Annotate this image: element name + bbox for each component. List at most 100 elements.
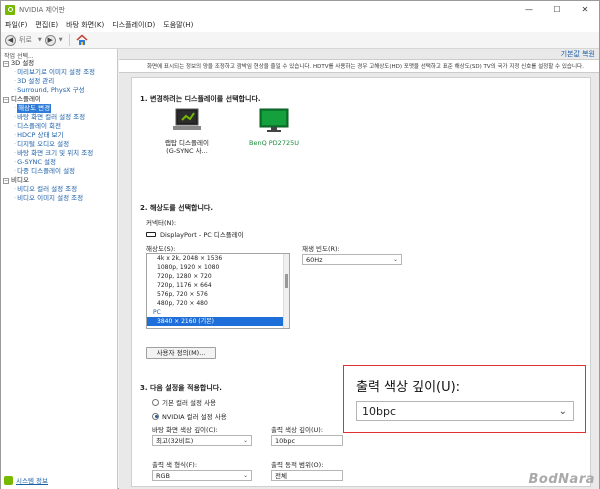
radio-nvidia-label: NVIDIA 컬러 설정 사용 bbox=[162, 413, 227, 421]
laptop-icon bbox=[160, 108, 214, 136]
desktop-depth-select[interactable]: 최고(32비트) ⌄ bbox=[152, 435, 252, 446]
tree-item[interactable]: · 디스플레이 회전 bbox=[3, 122, 117, 131]
nvidia-app-icon bbox=[5, 4, 15, 15]
tree-item-label: 바탕 화면 컬러 설정 조정 bbox=[17, 113, 86, 121]
tree-connector: · bbox=[14, 158, 17, 166]
tree-item-label: 비디오 컬러 설정 조정 bbox=[17, 185, 78, 193]
menu-edit[interactable]: 편집(E) bbox=[35, 20, 58, 30]
radio-default-label: 기본 컬러 설정 사용 bbox=[162, 399, 217, 407]
tree-item-label: Surround, PhysX 구성 bbox=[17, 86, 85, 94]
dynamic-range-label: 출력 동적 범위(O): bbox=[271, 461, 324, 469]
output-depth-select[interactable]: 10bpc bbox=[271, 435, 343, 446]
tree-item[interactable]: · 비디오 이미지 설정 조정 bbox=[3, 194, 117, 203]
menu-display[interactable]: 디스플레이(D) bbox=[112, 20, 155, 30]
tree-category[interactable]: − 비디오 bbox=[3, 176, 117, 185]
monitor-icon bbox=[242, 108, 306, 136]
output-depth-value: 10bpc bbox=[275, 437, 296, 445]
maximize-button[interactable]: ☐ bbox=[543, 1, 571, 18]
minimize-button[interactable]: — bbox=[515, 1, 543, 18]
tree-item-label: 3D 설정 bbox=[11, 59, 35, 67]
display-laptop[interactable]: 랩탑 디스플레이 (G-SYNC 사... bbox=[160, 108, 214, 155]
watermark: BodNara bbox=[528, 472, 595, 487]
tree-connector: · bbox=[14, 140, 17, 148]
resolution-option[interactable]: 720p, 1280 × 720 bbox=[147, 272, 289, 281]
output-format-select[interactable]: RGB ⌄ bbox=[152, 470, 252, 481]
tree-connector: · bbox=[14, 167, 17, 175]
tree-item[interactable]: · 디지털 오디오 설정 bbox=[3, 140, 117, 149]
tree-item[interactable]: · G-SYNC 설정 bbox=[3, 158, 117, 167]
output-depth-zoom-callout: 출력 색상 깊이(U): 10bpc ⌄ bbox=[343, 365, 586, 433]
tree-item[interactable]: · 미리보기로 이미지 설정 조정 bbox=[3, 68, 117, 77]
refresh-rate-label: 재생 빈도(R): bbox=[302, 245, 340, 253]
menu-bar: 파일(F) 편집(E) 바탕 화면(K) 디스플레이(D) 도움말(H) bbox=[1, 18, 599, 32]
resolution-option[interactable]: 576p, 720 × 576 bbox=[147, 290, 289, 299]
output-format-value: RGB bbox=[156, 472, 171, 480]
tree-item-label: 3D 설정 관리 bbox=[17, 77, 55, 85]
back-arrow-icon: ◀ bbox=[7, 36, 14, 44]
radio-nvidia-indicator bbox=[152, 412, 159, 420]
menu-desktop[interactable]: 바탕 화면(K) bbox=[66, 20, 104, 30]
resolution-option[interactable]: 480p, 720 × 480 bbox=[147, 299, 289, 308]
radio-default-color[interactable]: 기본 컬러 설정 사용 bbox=[152, 397, 216, 407]
tree-item[interactable]: · HDCP 상태 보기 bbox=[3, 131, 117, 140]
tree-item[interactable]: · 해상도 변경 bbox=[3, 104, 117, 113]
zoom-output-depth-select[interactable]: 10bpc ⌄ bbox=[356, 401, 574, 421]
customize-button[interactable]: 사용자 정의(M)... bbox=[146, 347, 216, 359]
restore-defaults-link[interactable]: 기본값 복원 bbox=[561, 49, 595, 59]
tree-item-label: 미리보기로 이미지 설정 조정 bbox=[17, 68, 96, 76]
collapse-icon[interactable]: − bbox=[3, 60, 9, 67]
output-depth-label: 출력 색상 깊이(U): bbox=[271, 426, 324, 434]
tree-item-label: 바탕 화면 크기 및 위치 조정 bbox=[17, 149, 94, 157]
tree-item[interactable]: · 바탕 화면 크기 및 위치 조정 bbox=[3, 149, 117, 158]
dynamic-range-select[interactable]: 전체 bbox=[271, 470, 343, 481]
menu-file[interactable]: 파일(F) bbox=[5, 20, 27, 30]
toolbar: ◀ 뒤로 ▼ ▶ ▼ bbox=[1, 32, 599, 49]
tree-item[interactable]: · Surround, PhysX 구성 bbox=[3, 86, 117, 95]
resolution-option[interactable]: 720p, 1176 × 664 bbox=[147, 281, 289, 290]
resolution-option[interactable]: 1080p, 1920 × 1080 bbox=[147, 263, 289, 272]
resolution-option[interactable]: 3840 × 2160 (기본) bbox=[147, 317, 289, 326]
tree-item-label: 해상도 변경 bbox=[17, 104, 52, 113]
tree-item[interactable]: · 바탕 화면 컬러 설정 조정 bbox=[3, 113, 117, 122]
collapse-icon[interactable]: − bbox=[3, 177, 9, 184]
tree-item-label: 디스플레이 회전 bbox=[17, 122, 62, 130]
radio-nvidia-color[interactable]: NVIDIA 컬러 설정 사용 bbox=[152, 411, 227, 421]
resolution-list[interactable]: 4k x 2k, 2048 × 1536 1080p, 1920 × 1080 72… bbox=[146, 253, 290, 329]
forward-button[interactable]: ▶ bbox=[44, 34, 56, 46]
tree-item-label: 다중 디스플레이 설정 bbox=[17, 167, 76, 175]
refresh-rate-select[interactable]: 60Hz ⌄ bbox=[302, 254, 402, 265]
page-description: 화면에 표시되는 정보의 양을 조정하고 깜박임 현상을 줄일 수 있습니다. … bbox=[119, 59, 599, 73]
zoom-output-depth-label: 출력 색상 깊이(U): bbox=[356, 380, 461, 395]
chevron-down-icon: ⌄ bbox=[558, 406, 567, 417]
chevron-down-icon: ⌄ bbox=[392, 256, 398, 263]
tree-item-label: 비디오 이미지 설정 조정 bbox=[17, 194, 84, 202]
back-dropdown-icon[interactable]: ▼ bbox=[38, 37, 42, 43]
task-panel: 작업 선택... −3D 설정 · 미리보기로 이미지 설정 조정 · 3D 설정 관리… bbox=[1, 49, 118, 489]
close-button[interactable]: ✕ bbox=[571, 1, 599, 18]
resolution-list-scrollbar[interactable] bbox=[283, 254, 289, 328]
system-info-label: 시스템 정보 bbox=[16, 477, 48, 485]
tree-item[interactable]: · 3D 설정 관리 bbox=[3, 77, 117, 86]
tree-item-label: HDCP 상태 보기 bbox=[17, 131, 64, 139]
tree-connector: · bbox=[14, 122, 17, 130]
home-icon[interactable] bbox=[76, 34, 88, 46]
back-button[interactable]: ◀ bbox=[5, 34, 16, 46]
zoom-output-depth-value: 10bpc bbox=[362, 405, 397, 418]
tree-category[interactable]: −3D 설정 bbox=[3, 59, 117, 68]
tree-connector: · bbox=[14, 77, 17, 85]
tree-item[interactable]: · 비디오 컬러 설정 조정 bbox=[3, 185, 117, 194]
tree-item-label: 디지털 오디오 설정 bbox=[17, 140, 70, 148]
tree-item[interactable]: · 다중 디스플레이 설정 bbox=[3, 167, 117, 176]
collapse-icon[interactable]: − bbox=[3, 96, 9, 103]
system-info-link[interactable]: 시스템 정보 bbox=[4, 475, 48, 485]
forward-dropdown-icon[interactable]: ▼ bbox=[59, 37, 63, 43]
section-1-title: 1. 변경하려는 디스플레이를 선택합니다. bbox=[140, 95, 261, 103]
chevron-down-icon: ⌄ bbox=[242, 437, 248, 444]
menu-help[interactable]: 도움말(H) bbox=[163, 20, 193, 30]
display-benq[interactable]: BenQ PD2725U bbox=[242, 108, 306, 147]
tree-category[interactable]: − 디스플레이 bbox=[3, 95, 117, 104]
tree-connector: · bbox=[14, 149, 17, 157]
section-3-title: 3. 다음 설정을 적용합니다. bbox=[140, 384, 222, 392]
tree-connector: · bbox=[14, 194, 17, 202]
resolution-option[interactable]: 4k x 2k, 2048 × 1536 bbox=[147, 254, 289, 263]
